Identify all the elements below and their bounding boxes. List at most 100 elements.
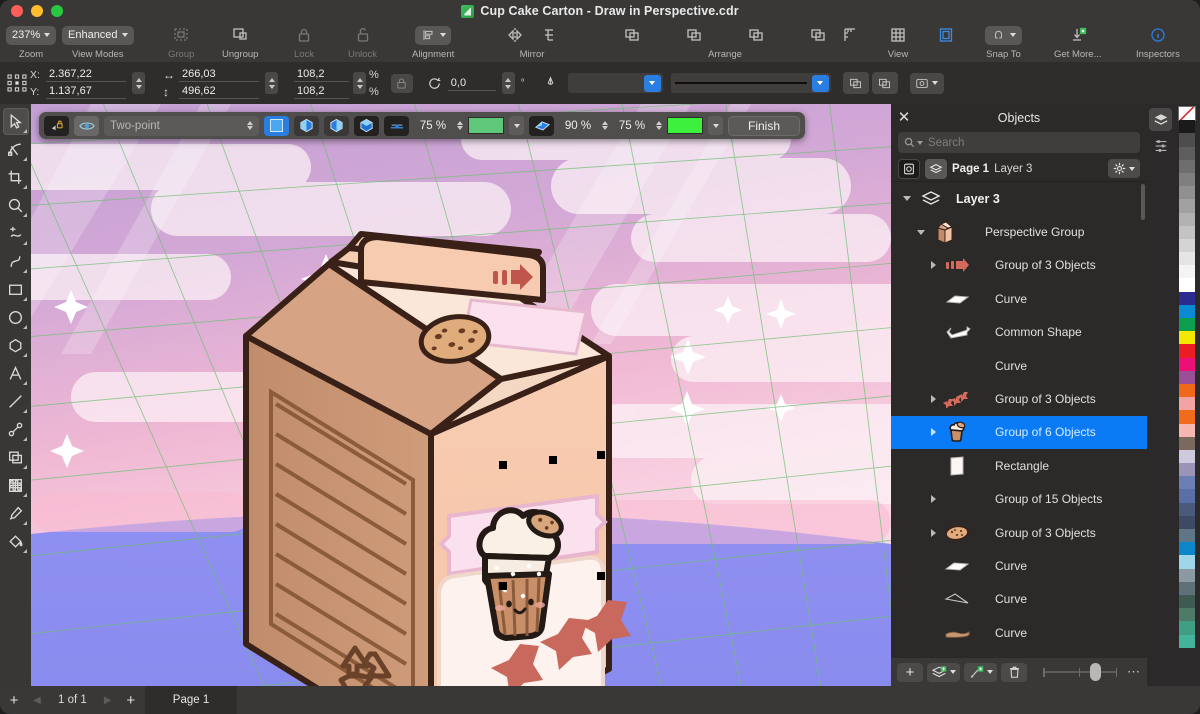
objects-inspector-button[interactable] [1149,108,1172,131]
expand-toggle[interactable] [901,193,913,205]
color-swatch[interactable] [1179,173,1195,186]
object-row-group-of-3-cookie[interactable]: Group of 3 Objects [891,516,1147,549]
object-row-common-shape[interactable]: Common Shape [891,316,1147,349]
object-row-perspective-group[interactable]: Perspective Group [891,215,1147,248]
lock-ratio-button[interactable] [391,74,413,93]
scale-y-input[interactable] [294,84,349,99]
inspectors-button[interactable] [1148,26,1168,44]
plane-density-stepper[interactable] [656,121,662,130]
object-row-group-of-3-stars[interactable]: Group of 3 Objects [891,382,1147,415]
objects-options-button[interactable] [1108,159,1140,178]
plane-color-swatch[interactable] [667,117,703,134]
page-view-toggle-button[interactable] [898,159,920,179]
object-row-group-of-6-cupcake[interactable]: Group of 6 Objects [891,416,1147,449]
object-row-group-of-3-arrow[interactable]: Group of 3 Objects [891,249,1147,282]
grid-color-swatch[interactable] [468,117,504,134]
color-swatch[interactable] [1179,582,1195,595]
new-master-layer-button[interactable] [964,663,997,682]
color-palette[interactable] [1176,104,1198,686]
trim-button[interactable] [872,72,898,94]
grid-button[interactable] [888,26,908,44]
object-origin-selector[interactable] [5,71,29,95]
width-input[interactable] [179,67,259,82]
to-back-button[interactable] [808,26,828,44]
color-swatch[interactable] [1179,278,1195,291]
color-swatch[interactable] [1179,397,1195,410]
perspective-visibility-button[interactable] [74,116,99,136]
expand-toggle[interactable] [927,493,939,505]
zoom-tool[interactable] [3,192,29,219]
color-swatch[interactable] [1179,318,1195,331]
grid-color-dropdown[interactable] [509,116,524,135]
alignment-dropdown[interactable] [415,26,451,45]
window-controls[interactable] [11,5,63,17]
object-row-layer3[interactable]: Layer 3 [891,182,1147,215]
size-stepper[interactable] [265,72,278,94]
rotation-input[interactable] [448,76,496,91]
objects-tree[interactable]: Layer 3 Perspective Group [891,182,1147,680]
color-swatch[interactable] [1179,147,1195,160]
rectangle-tool[interactable] [3,276,29,303]
color-swatch[interactable] [1179,305,1195,318]
color-swatch[interactable] [1179,635,1195,648]
page-tab-page1[interactable]: Page 1 [145,686,237,714]
object-row-curve-1[interactable]: Curve [891,282,1147,315]
weld-button[interactable] [843,72,869,94]
color-swatch[interactable] [1179,344,1195,357]
color-swatch[interactable] [1179,133,1195,146]
get-more-button[interactable] [1068,26,1088,44]
connector-tool[interactable] [3,416,29,443]
rotate-icon[interactable] [427,76,442,91]
y-position-input[interactable] [46,84,126,99]
color-swatch[interactable] [1179,450,1195,463]
freehand-tool[interactable] [3,220,29,247]
object-row-curve-4[interactable]: Curve [891,583,1147,616]
prev-page-icon[interactable]: ◀ [28,695,46,706]
color-swatch[interactable] [1179,529,1195,542]
minimize-window-button[interactable] [31,5,43,17]
next-page-icon[interactable]: ▶ [99,695,117,706]
page-border-button[interactable] [936,26,956,44]
color-swatch[interactable] [1179,437,1195,450]
layer-view-toggle-button[interactable] [925,159,947,179]
parallel-dimension-tool[interactable] [3,388,29,415]
plane-left-button[interactable] [294,116,319,136]
plane-right-button[interactable] [324,116,349,136]
bezier-tool[interactable] [3,248,29,275]
snap-to-dropdown[interactable] [985,26,1022,45]
forward-one-button[interactable] [684,26,704,44]
new-layer-button[interactable] [927,663,960,682]
scale-x-input[interactable] [294,67,349,82]
color-swatch[interactable] [1179,608,1195,621]
mirror-horizontal-button[interactable] [505,26,525,44]
outline-pen-icon[interactable] [543,75,558,91]
drawing-canvas[interactable]: Two-point [31,104,891,686]
expand-toggle[interactable] [927,393,939,405]
polygon-tool[interactable] [3,332,29,359]
color-swatch[interactable] [1179,542,1195,555]
delete-button[interactable] [1001,663,1027,682]
plane-top-button[interactable] [354,116,379,136]
objects-search-box[interactable] [898,132,1140,153]
add-page-left-button[interactable]: + [0,692,28,709]
new-object-button[interactable]: + [897,663,923,682]
maximize-window-button[interactable] [51,5,63,17]
search-input[interactable] [928,137,1134,149]
plane-fill-toggle-button[interactable] [529,116,554,136]
zoom-level-dropdown[interactable]: 237% [6,26,56,45]
color-swatch[interactable] [1179,555,1195,568]
back-one-button[interactable] [746,26,766,44]
unlock-button[interactable] [353,26,373,44]
color-swatch[interactable] [1179,199,1195,212]
expand-toggle[interactable] [915,226,927,238]
scale-stepper[interactable] [353,72,366,94]
interactive-fill-tool[interactable] [3,528,29,555]
crop-tool[interactable] [3,164,29,191]
color-swatch[interactable] [1179,476,1195,489]
lock-button[interactable] [294,26,314,44]
height-input[interactable] [179,84,259,99]
color-swatch[interactable] [1179,621,1195,634]
pick-tool[interactable] [3,108,29,135]
object-row-curve-5[interactable]: Curve [891,616,1147,649]
color-swatch[interactable] [1179,371,1195,384]
